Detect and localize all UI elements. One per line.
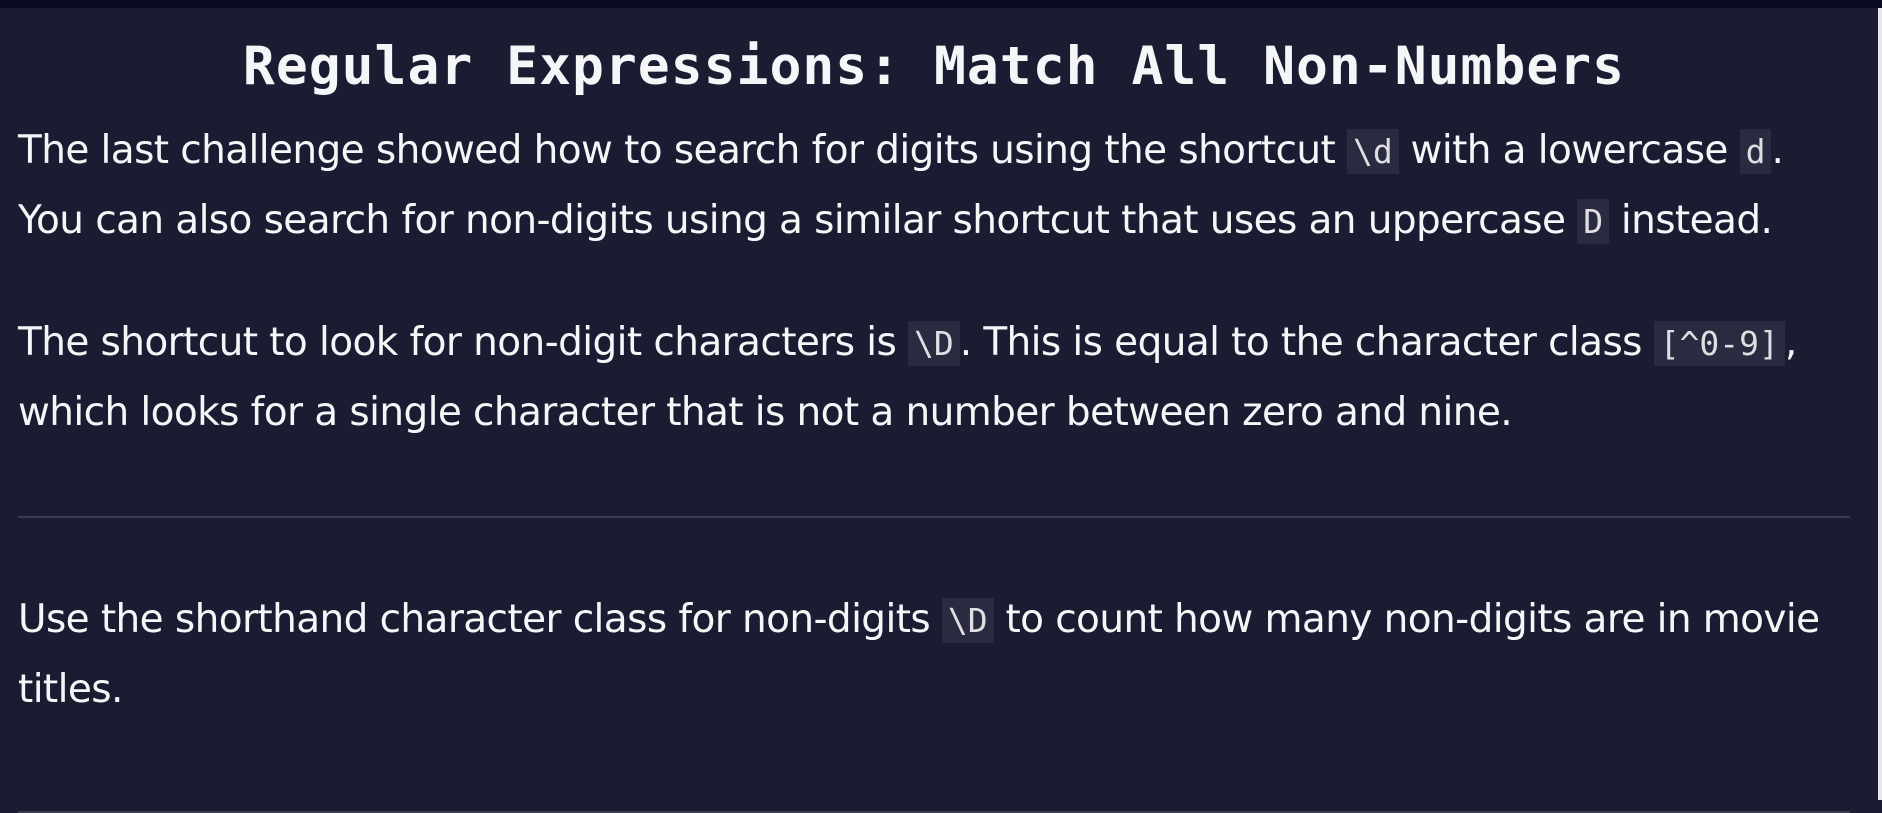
text-segment: . This is equal to the character class xyxy=(959,320,1654,365)
inline-code: \D xyxy=(941,598,994,643)
section-divider xyxy=(18,516,1850,518)
inline-code: d xyxy=(1739,129,1772,174)
description-paragraph-2: The shortcut to look for non-digit chara… xyxy=(18,308,1850,447)
text-segment: with a lowercase xyxy=(1398,128,1740,173)
text-segment: Use the shorthand character class for no… xyxy=(18,597,942,642)
description-paragraph-1: The last challenge showed how to search … xyxy=(18,116,1850,256)
inline-code: D xyxy=(1577,199,1610,244)
scrollbar[interactable] xyxy=(1878,8,1882,800)
inline-code: \D xyxy=(907,321,960,366)
inline-code: \d xyxy=(1347,129,1399,174)
text-segment: instead. xyxy=(1609,198,1773,243)
top-border xyxy=(0,0,1882,8)
text-segment: The shortcut to look for non-digit chara… xyxy=(18,320,908,365)
inline-code: [^0-9] xyxy=(1653,321,1785,366)
text-segment: The last challenge showed how to search … xyxy=(18,128,1347,173)
challenge-title: Regular Expressions: Match All Non-Numbe… xyxy=(242,36,1626,97)
challenge-description: Regular Expressions: Match All Non-Numbe… xyxy=(18,8,1850,813)
challenge-instructions: Use the shorthand character class for no… xyxy=(18,585,1850,724)
